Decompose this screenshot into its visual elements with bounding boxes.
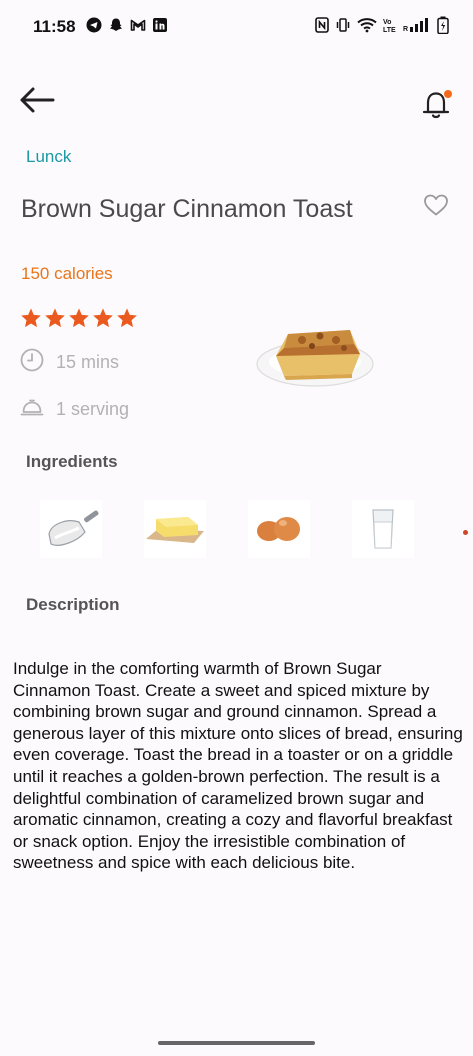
wifi-icon — [357, 17, 377, 38]
cloche-icon — [20, 395, 44, 424]
recipe-image — [254, 318, 376, 392]
ingredient-milk[interactable] — [352, 500, 414, 558]
svg-text:R: R — [403, 26, 408, 33]
ingredient-butter[interactable] — [144, 500, 206, 558]
recipe-calories: 150 calories — [21, 264, 113, 283]
servings-value: 1 serving — [56, 399, 130, 419]
ingredient-eggs[interactable] — [248, 500, 310, 558]
clock-icon — [20, 348, 44, 377]
status-bar: 11:58 Vo LTE R — [0, 0, 473, 56]
star-icon — [44, 307, 66, 329]
rating-stars — [20, 307, 138, 329]
volte-icon: Vo LTE — [383, 17, 397, 38]
ingredients-list[interactable] — [40, 500, 414, 558]
signal-icon: R — [403, 17, 431, 38]
status-time: 11:58 — [33, 17, 76, 36]
gmail-icon — [130, 17, 146, 33]
heart-icon — [422, 194, 450, 222]
telegram-icon — [86, 17, 102, 33]
star-icon — [20, 307, 42, 329]
star-icon — [68, 307, 90, 329]
home-indicator[interactable] — [158, 1041, 315, 1045]
svg-text:LTE: LTE — [383, 27, 396, 33]
recipe-description: Indulge in the comforting warmth of Brow… — [13, 659, 463, 873]
system-icons: Vo LTE R — [315, 16, 449, 39]
star-icon — [116, 307, 138, 329]
snapchat-icon — [108, 17, 124, 33]
ingredients-heading: Ingredients — [26, 452, 118, 471]
ingredient-next-partial — [463, 530, 468, 535]
vibrate-icon — [335, 17, 351, 38]
servings: 1 serving — [20, 395, 129, 424]
battery-icon — [437, 16, 449, 39]
notifications-button[interactable] — [418, 84, 458, 124]
notification-icons — [86, 17, 168, 33]
nfc-icon — [315, 17, 329, 38]
recipe-title: Brown Sugar Cinnamon Toast — [21, 195, 353, 223]
ingredient-sugar[interactable] — [40, 500, 102, 558]
description-heading: Description — [26, 595, 120, 614]
arrow-left-icon — [18, 87, 58, 122]
linkedin-icon — [152, 17, 168, 33]
back-button[interactable] — [18, 84, 58, 118]
prep-time: 15 mins — [20, 348, 119, 377]
star-icon — [92, 307, 114, 329]
bell-icon — [418, 90, 458, 128]
prep-time-value: 15 mins — [56, 352, 120, 372]
svg-text:Vo: Vo — [383, 19, 391, 26]
favorite-button[interactable] — [422, 192, 450, 218]
recipe-category: Lunck — [26, 147, 72, 166]
